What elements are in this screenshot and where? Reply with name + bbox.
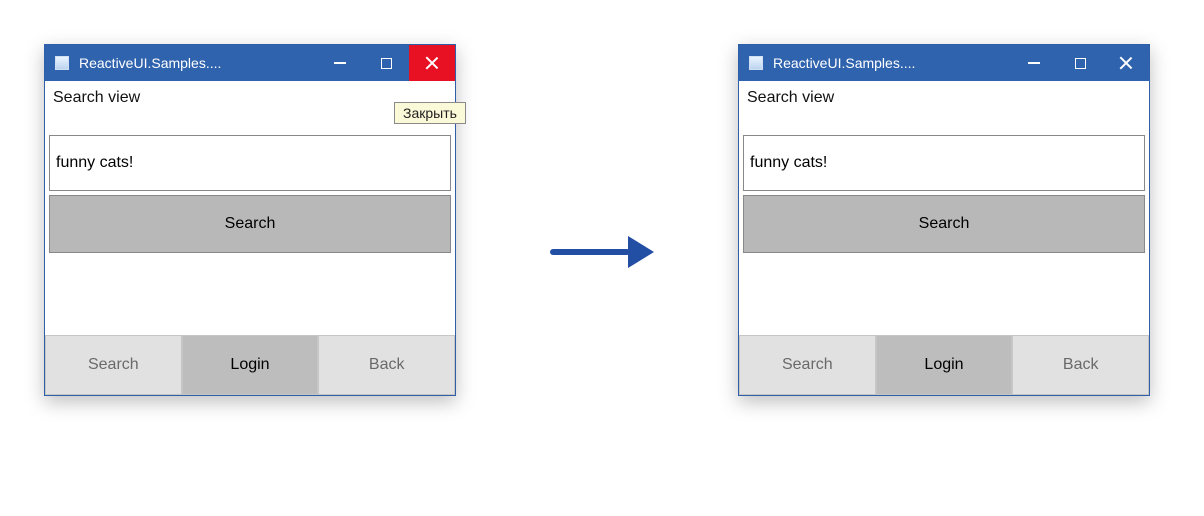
minimize-button[interactable]	[1011, 45, 1057, 81]
titlebar[interactable]: ReactiveUI.Samples....	[739, 45, 1149, 81]
window-controls	[317, 45, 455, 81]
search-input-wrap	[49, 135, 451, 191]
search-button[interactable]: Search	[743, 195, 1145, 253]
search-input-wrap	[743, 135, 1145, 191]
search-input[interactable]	[50, 136, 450, 190]
close-button[interactable]	[1103, 45, 1149, 81]
titlebar[interactable]: ReactiveUI.Samples....	[45, 45, 455, 81]
window-right: ReactiveUI.Samples.... Search view Searc…	[738, 44, 1150, 396]
nav-login-button[interactable]: Login	[182, 335, 319, 395]
minimize-button[interactable]	[317, 45, 363, 81]
close-icon	[1119, 56, 1133, 70]
maximize-button[interactable]	[363, 45, 409, 81]
nav-search-button[interactable]: Search	[739, 335, 876, 395]
nav-login-button[interactable]: Login	[876, 335, 1013, 395]
bottom-bar: Search Login Back	[45, 335, 455, 395]
search-button[interactable]: Search	[49, 195, 451, 253]
bottom-bar: Search Login Back	[739, 335, 1149, 395]
close-button[interactable]	[409, 45, 455, 81]
minimize-icon	[1028, 62, 1040, 64]
window-title: ReactiveUI.Samples....	[767, 45, 1011, 81]
app-icon	[45, 45, 73, 81]
client-area: Search view Search Search Login Back	[739, 81, 1149, 395]
view-label: Search view	[739, 81, 1149, 135]
nav-search-button[interactable]: Search	[45, 335, 182, 395]
nav-back-button[interactable]: Back	[318, 335, 455, 395]
minimize-icon	[334, 62, 346, 64]
maximize-button[interactable]	[1057, 45, 1103, 81]
content-spacer	[45, 253, 455, 335]
arrow-right-icon	[550, 236, 654, 268]
client-area: Search view Search Search Login Back	[45, 81, 455, 395]
content-spacer	[739, 253, 1149, 335]
maximize-icon	[1075, 58, 1086, 69]
app-icon	[739, 45, 767, 81]
window-title: ReactiveUI.Samples....	[73, 45, 317, 81]
close-tooltip: Закрыть	[394, 102, 466, 124]
nav-back-button[interactable]: Back	[1012, 335, 1149, 395]
window-controls	[1011, 45, 1149, 81]
maximize-icon	[381, 58, 392, 69]
close-icon	[425, 56, 439, 70]
window-left: ReactiveUI.Samples.... Search view Searc…	[44, 44, 456, 396]
search-input[interactable]	[744, 136, 1144, 190]
